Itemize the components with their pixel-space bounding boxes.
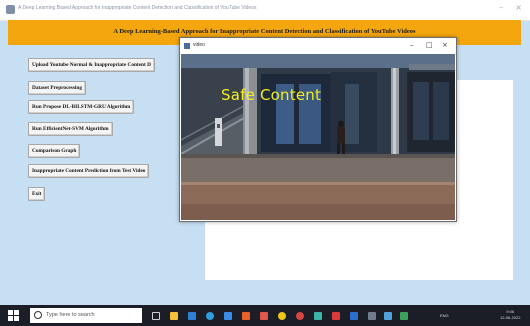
office-icon[interactable] — [242, 312, 250, 320]
paint-icon[interactable] — [314, 312, 322, 320]
app3-icon[interactable] — [400, 312, 408, 320]
taskbar-search-input[interactable]: Type here to search — [30, 308, 142, 323]
exit-button[interactable]: Exit — [28, 187, 46, 201]
run-bilstm-gru-button[interactable]: Run Propose DL-BILSTM-GRU Algorithm — [28, 100, 135, 114]
search-placeholder: Type here to search — [46, 312, 95, 318]
video-app-icon — [184, 43, 190, 49]
mail-icon[interactable] — [188, 312, 196, 320]
minimize-button[interactable]: – — [499, 3, 503, 12]
app-window-title: A Deep Learning Based Approach for Inapp… — [18, 5, 257, 11]
video-window[interactable]: video – □ × Safe Content — [179, 37, 457, 222]
video-scene-image — [181, 54, 455, 220]
page-title: A Deep Learning-Based Approach for Inapp… — [113, 28, 416, 35]
task-view-icon[interactable] — [152, 312, 160, 320]
vs-icon[interactable] — [350, 312, 358, 320]
comparison-graph-button[interactable]: Comparison Graph — [28, 144, 81, 158]
chrome-icon[interactable] — [278, 312, 286, 320]
windows-start-icon[interactable] — [8, 310, 19, 321]
prediction-overlay-label: Safe Content — [221, 86, 322, 104]
app-icon — [6, 5, 15, 14]
app2-icon[interactable] — [384, 312, 392, 320]
taskbar-clock[interactable]: 9:06 12-06-2022 — [500, 309, 520, 321]
photos-icon[interactable] — [296, 312, 304, 320]
app-icon[interactable] — [368, 312, 376, 320]
clock-date: 12-06-2022 — [500, 315, 521, 320]
video-titlebar[interactable]: video – □ × — [180, 38, 456, 54]
windows-taskbar: Type here to search ENG 9:06 12-06-2022 — [0, 305, 530, 326]
edge-icon[interactable] — [206, 312, 214, 320]
video-close-button[interactable]: × — [442, 41, 448, 49]
app-titlebar: A Deep Learning Based Approach for Inapp… — [0, 0, 530, 21]
close-button[interactable]: × — [515, 3, 522, 12]
search-icon — [34, 311, 42, 319]
terminal-icon[interactable] — [332, 312, 340, 320]
window-controls: – × — [499, 3, 522, 12]
video-frame: Safe Content — [181, 54, 455, 220]
dataset-preprocessing-button[interactable]: Dataset Preprocessing — [28, 81, 86, 95]
video-minimize-button[interactable]: – — [410, 41, 414, 49]
run-efficientnet-svm-button[interactable]: Run EfficientNet-SVM Algorithm — [28, 122, 113, 136]
media-icon[interactable] — [260, 312, 268, 320]
store-icon[interactable] — [224, 312, 232, 320]
predict-test-video-button[interactable]: Inappropriate Content Prediction from Te… — [28, 164, 150, 178]
file-explorer-icon[interactable] — [170, 312, 178, 320]
tray-language[interactable]: ENG — [440, 313, 449, 318]
video-maximize-button[interactable]: □ — [426, 41, 433, 49]
video-window-title: video — [193, 42, 205, 48]
upload-dataset-button[interactable]: Upload Youtube Normal & Inappropriate Co… — [28, 58, 155, 72]
